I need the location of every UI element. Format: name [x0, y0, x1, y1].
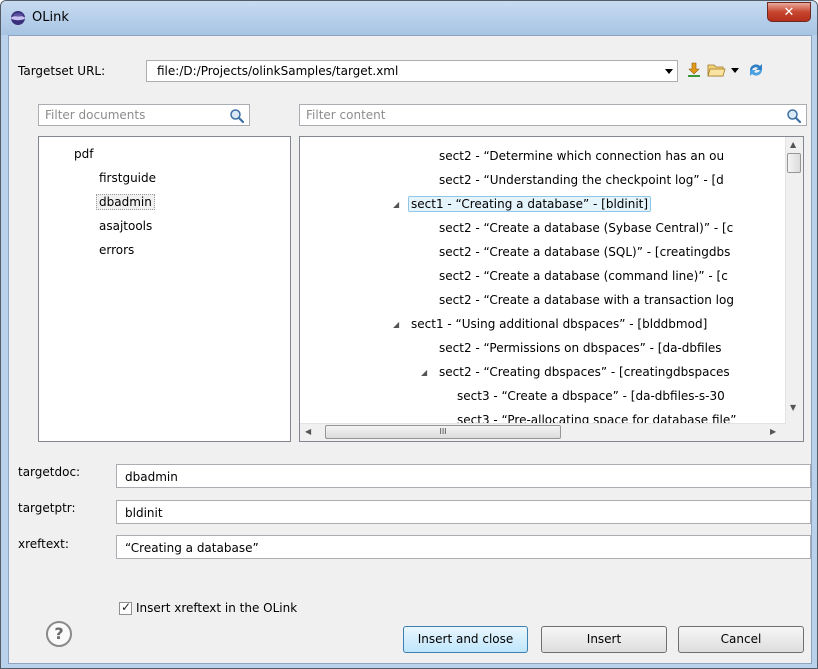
scroll-grip: III: [439, 427, 447, 436]
targetptr-field[interactable]: bldinit: [116, 500, 811, 524]
insert-xreftext-checkbox[interactable]: ✓: [119, 600, 132, 615]
download-icon[interactable]: [684, 60, 704, 80]
xreftext-field[interactable]: “Creating a database”: [116, 535, 811, 559]
insert-xreftext-label[interactable]: Insert xreftext in the OLink: [136, 601, 297, 615]
tree-item-firstguide[interactable]: firstguide: [96, 170, 159, 186]
vertical-scroll-thumb[interactable]: [787, 153, 801, 173]
targetdoc-label: targetdoc:: [18, 465, 81, 479]
dropdown-arrow-icon[interactable]: [729, 60, 741, 80]
insert-button[interactable]: Insert: [541, 626, 667, 653]
scroll-up-icon[interactable]: ▲: [790, 140, 796, 149]
window-title: OLink: [32, 10, 69, 25]
search-icon[interactable]: [786, 108, 802, 124]
documents-tree[interactable]: pdf firstguide dbadmin asajtools errors: [38, 136, 291, 442]
tree-row[interactable]: sect2 - “Create a database (Sybase Centr…: [439, 221, 733, 235]
content-tree[interactable]: sect2 - “Determine which connection has …: [299, 136, 804, 442]
tree-row[interactable]: sect2 - “Creating dbspaces” - [creatingd…: [439, 365, 730, 379]
tree-row[interactable]: sect3 - “Create a dbspace” - [da-dbfiles…: [457, 389, 725, 403]
scroll-right-icon[interactable]: ▶: [770, 427, 776, 436]
tree-row[interactable]: sect2 - “Permissions on dbspaces” - [da-…: [439, 341, 722, 355]
scroll-left-icon[interactable]: ◀: [305, 427, 311, 436]
filter-content-input[interactable]: Filter content: [299, 104, 807, 126]
targetptr-label: targetptr:: [18, 501, 76, 515]
help-icon[interactable]: ?: [46, 621, 72, 647]
targetset-url-value: file:/D:/Projects/olinkSamples/target.xm…: [157, 64, 399, 78]
close-button[interactable]: ✕: [767, 2, 811, 22]
scroll-down-icon[interactable]: ▼: [790, 403, 796, 412]
tree-row[interactable]: sect1 - “Using additional dbspaces” - [b…: [411, 317, 707, 331]
tree-item-dbadmin[interactable]: dbadmin: [96, 194, 155, 210]
xreftext-label: xreftext:: [18, 537, 69, 551]
tree-item-errors[interactable]: errors: [96, 242, 137, 258]
insert-and-close-button[interactable]: Insert and close: [403, 626, 528, 653]
folder-open-icon[interactable]: [706, 60, 726, 80]
vertical-scrollbar[interactable]: ▲ ▼: [785, 137, 803, 425]
targetset-url-combo[interactable]: file:/D:/Projects/olinkSamples/target.xm…: [146, 60, 678, 82]
collapse-arrow-icon[interactable]: ◢: [393, 320, 399, 329]
targetdoc-field[interactable]: dbadmin: [116, 464, 811, 488]
combo-arrow-icon[interactable]: [665, 69, 673, 74]
collapse-arrow-icon[interactable]: ◢: [421, 368, 427, 377]
tree-row[interactable]: sect2 - “Create a database (command line…: [439, 269, 728, 283]
tree-row[interactable]: sect2 - “Determine which connection has …: [439, 149, 724, 163]
checkmark-icon: ✓: [121, 600, 132, 614]
cancel-button[interactable]: Cancel: [678, 626, 804, 653]
scrollbar-corner: [786, 424, 803, 441]
filter-documents-placeholder: Filter documents: [45, 108, 146, 122]
tree-row[interactable]: sect2 - “Create a database with a transa…: [439, 293, 734, 307]
tree-row[interactable]: sect2 - “Understanding the checkpoint lo…: [439, 173, 724, 187]
targetset-url-label: Targetset URL:: [18, 64, 106, 78]
close-icon: ✕: [783, 5, 795, 20]
targetptr-value: bldinit: [125, 506, 163, 520]
tree-item-asajtools[interactable]: asajtools: [96, 218, 155, 234]
xreftext-value: “Creating a database”: [125, 541, 259, 555]
search-icon[interactable]: [229, 108, 245, 124]
filter-content-placeholder: Filter content: [306, 108, 386, 122]
horizontal-scroll-thumb[interactable]: III: [325, 425, 561, 439]
tree-row[interactable]: sect2 - “Create a database (SQL)” - [cre…: [439, 245, 730, 259]
olink-dialog: OLink ✕ Targetset URL: file:/D:/Projects…: [0, 0, 818, 669]
dialog-body: Targetset URL: file:/D:/Projects/olinkSa…: [8, 35, 812, 664]
refresh-icon[interactable]: [746, 60, 766, 80]
tree-row-selected[interactable]: sect1 - “Creating a database” - [bldinit…: [408, 196, 652, 212]
olink-app-icon: [11, 11, 25, 25]
collapse-arrow-icon[interactable]: ◢: [393, 200, 399, 209]
tree-item-pdf[interactable]: pdf: [71, 146, 96, 162]
horizontal-scrollbar[interactable]: ◀ III ▶: [300, 423, 786, 441]
targetdoc-value: dbadmin: [125, 470, 178, 484]
filter-documents-input[interactable]: Filter documents: [38, 104, 250, 126]
title-bar: OLink ✕: [1, 1, 817, 35]
